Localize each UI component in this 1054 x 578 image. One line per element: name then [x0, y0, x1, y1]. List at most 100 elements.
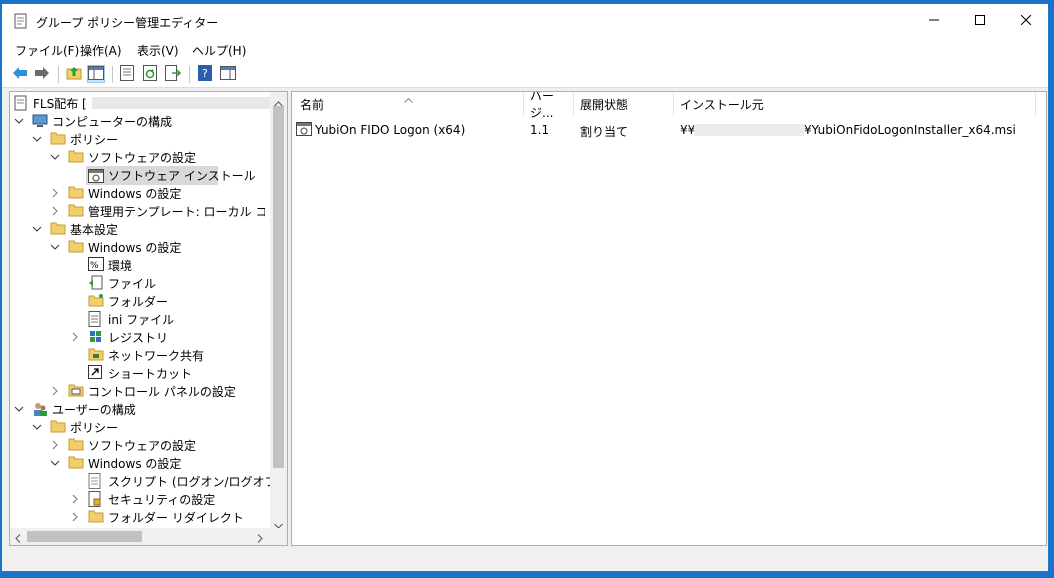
tree-item-cc-pref-windows[interactable]: Windows の設定	[50, 238, 265, 256]
refresh-button[interactable]	[141, 64, 159, 83]
chevron-right-icon[interactable]	[50, 440, 60, 450]
column-divider[interactable]	[523, 92, 524, 116]
tree-item-environment[interactable]: % 環境	[88, 256, 268, 274]
tree-item-shortcuts[interactable]: ショートカット	[88, 364, 268, 382]
chevron-right-icon[interactable]	[70, 332, 80, 342]
folder-icon	[68, 437, 84, 453]
chevron-right-icon[interactable]	[50, 188, 60, 198]
column-divider[interactable]	[1035, 92, 1036, 116]
tree-item-files[interactable]: ファイル	[88, 274, 268, 292]
shortcut-icon	[88, 365, 104, 381]
tree-item-network-shares[interactable]: ネットワーク共有	[88, 346, 268, 364]
menu-action[interactable]: 操作(A)	[80, 42, 122, 59]
chevron-down-icon[interactable]	[32, 422, 42, 432]
close-button[interactable]	[1003, 4, 1048, 38]
chevron-down-icon[interactable]	[14, 116, 24, 126]
tree-item-cc-windows[interactable]: Windows の設定	[50, 184, 265, 202]
tree-label: 管理用テンプレート: ローカル コンピュータ	[88, 204, 265, 219]
gpo-editor-app-icon	[14, 13, 28, 29]
column-header-source[interactable]: インストール元	[680, 92, 1030, 116]
toolbar-separator	[112, 66, 113, 83]
tree-item-ini-files[interactable]: ini ファイル	[88, 310, 268, 328]
chevron-down-icon[interactable]	[32, 134, 42, 144]
environment-icon: %	[88, 257, 104, 273]
tree-label: ファイル	[108, 276, 157, 291]
maximize-button[interactable]	[957, 4, 1003, 38]
security-icon	[88, 491, 104, 507]
chevron-down-icon[interactable]	[50, 152, 60, 162]
gpo-editor-window: グループ ポリシー管理エディター ファイル(F) 操作(A) 表示(V) ヘルプ…	[1, 3, 1049, 572]
scroll-right-icon[interactable]	[257, 532, 263, 545]
properties-button[interactable]	[118, 64, 136, 83]
menu-help[interactable]: ヘルプ(H)	[192, 42, 246, 59]
vertical-scroll-thumb[interactable]	[273, 106, 284, 468]
chevron-down-icon[interactable]	[50, 242, 60, 252]
chevron-right-icon[interactable]	[50, 206, 60, 216]
tree-horizontal-scrollbar[interactable]	[10, 528, 287, 545]
column-divider[interactable]	[673, 92, 674, 116]
help-button[interactable]: ?	[196, 64, 214, 84]
tree-item-cc-software[interactable]: ソフトウェアの設定	[50, 148, 265, 166]
chevron-right-icon[interactable]	[70, 512, 80, 522]
tree-item-cc-policy[interactable]: ポリシー	[32, 130, 262, 148]
tree-item-registry[interactable]: レジストリ	[70, 328, 260, 346]
tree-item-user-config[interactable]: ユーザーの構成	[14, 400, 269, 418]
column-header-version[interactable]: バージ...	[530, 92, 572, 120]
tree-vertical-scrollbar[interactable]	[270, 92, 287, 529]
horizontal-scroll-thumb[interactable]	[27, 531, 142, 542]
minimize-icon	[929, 14, 939, 28]
redacted-region	[694, 124, 804, 136]
export-list-button[interactable]	[164, 64, 182, 83]
back-button[interactable]	[11, 65, 29, 83]
tree-item-uc-policy[interactable]: ポリシー	[32, 418, 262, 436]
tree-item-root[interactable]: FLS配布 [	[14, 94, 270, 112]
chevron-down-icon[interactable]	[50, 458, 60, 468]
folder-icon	[68, 149, 84, 165]
script-icon	[88, 473, 104, 489]
show-hide-tree-button[interactable]	[87, 65, 105, 83]
window-title: グループ ポリシー管理エディター	[36, 16, 219, 30]
control-panel-icon	[68, 383, 84, 399]
tree-label: ini ファイル	[108, 312, 175, 327]
tree-item-security[interactable]: セキュリティの設定	[70, 490, 260, 508]
tree-item-uc-windows[interactable]: Windows の設定	[50, 454, 265, 472]
tree-item-control-panel[interactable]: コントロール パネルの設定	[50, 382, 265, 400]
folder-icon	[88, 293, 104, 309]
tree-item-folders[interactable]: フォルダー	[88, 292, 268, 310]
users-icon	[32, 401, 48, 417]
menu-file[interactable]: ファイル(F)	[15, 42, 79, 59]
tree-label: Windows の設定	[88, 240, 182, 255]
msi-package-icon	[296, 121, 312, 140]
tree-item-software-install[interactable]: ソフトウェア インストール	[86, 166, 256, 185]
column-header-label: 名前	[300, 97, 325, 112]
forward-arrow-icon	[34, 66, 50, 83]
up-one-level-button[interactable]	[65, 65, 83, 83]
forward-button[interactable]	[33, 65, 51, 83]
maximize-icon	[975, 14, 985, 28]
chevron-down-icon[interactable]	[32, 224, 42, 234]
column-header-deployment-state[interactable]: 展開状態	[580, 92, 670, 116]
svg-text:%: %	[90, 261, 99, 271]
column-header-label: 展開状態	[580, 97, 629, 112]
cell-source-suffix: ¥YubiOnFidoLogonInstaller_x64.msi	[804, 123, 1016, 137]
tree-item-cc-admin-templates[interactable]: 管理用テンプレート: ローカル コンピュータ	[50, 202, 265, 220]
tree-item-uc-software[interactable]: ソフトウェアの設定	[50, 436, 265, 454]
tree-item-scripts[interactable]: スクリプト (ログオン/ログオフ)	[88, 472, 281, 490]
column-divider[interactable]	[573, 92, 574, 116]
tree-label: Windows の設定	[88, 186, 182, 201]
help-icon: ?	[198, 64, 212, 84]
scroll-left-icon[interactable]	[15, 532, 21, 545]
minimize-button[interactable]	[911, 4, 957, 38]
svg-text:?: ?	[202, 67, 208, 80]
chevron-right-icon[interactable]	[50, 386, 60, 396]
tree-item-cc-preferences[interactable]: 基本設定	[32, 220, 262, 238]
chevron-right-icon[interactable]	[70, 494, 80, 504]
tree-item-computer-config[interactable]: コンピューターの構成	[14, 112, 269, 130]
chevron-down-icon[interactable]	[14, 404, 24, 414]
menu-view[interactable]: 表示(V)	[137, 42, 179, 59]
action-pane-button[interactable]	[219, 65, 237, 83]
tree-item-folder-redirection[interactable]: フォルダー リダイレクト	[70, 508, 260, 526]
tree-label: コンピューターの構成	[52, 114, 173, 129]
tree-label: ソフトウェアの設定	[88, 150, 197, 165]
toolbar-separator	[58, 66, 59, 83]
